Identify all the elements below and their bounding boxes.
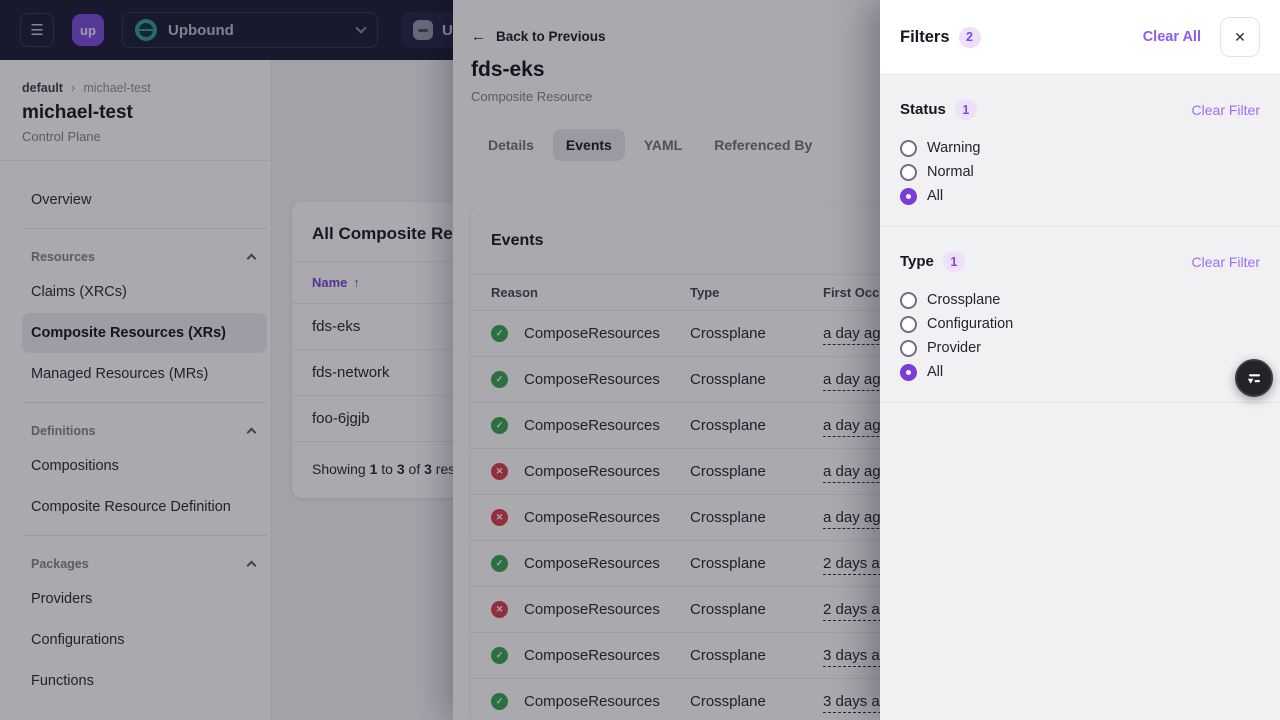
radio-label: Configuration <box>927 316 1013 332</box>
clear-filter-button[interactable]: Clear Filter <box>1192 254 1260 270</box>
radio-option-warning[interactable]: Warning <box>900 136 1260 160</box>
filter-group-status: Status 1 Clear Filter Warning Normal All <box>880 75 1280 227</box>
app-window: ☰ up Upbound U default › michael-test mi… <box>0 0 1280 720</box>
clear-all-button[interactable]: Clear All <box>1143 29 1201 45</box>
radio-label: All <box>927 188 943 204</box>
filter-group-title: Status <box>900 101 946 118</box>
radio-unchecked-icon <box>900 164 917 181</box>
filters-title: Filters <box>900 28 950 47</box>
radio-label: Warning <box>927 140 980 156</box>
radio-option-normal[interactable]: Normal <box>900 160 1260 184</box>
filters-drawer: Filters 2 Clear All ✕ Status 1 Clear Fil… <box>880 0 1280 720</box>
radio-label: All <box>927 364 943 380</box>
radio-option-crossplane[interactable]: Crossplane <box>900 288 1260 312</box>
radio-label: Provider <box>927 340 981 356</box>
filters-count-badge: 2 <box>959 27 981 48</box>
filter-list-icon <box>1244 368 1264 388</box>
radio-label: Crossplane <box>927 292 1000 308</box>
radio-checked-icon <box>900 364 917 381</box>
radio-unchecked-icon <box>900 316 917 333</box>
radio-unchecked-icon <box>900 340 917 357</box>
radio-unchecked-icon <box>900 140 917 157</box>
filter-group-header: Status 1 Clear Filter <box>900 99 1260 120</box>
filter-group-title: Type <box>900 253 934 270</box>
radio-checked-icon <box>900 188 917 205</box>
radio-option-configuration[interactable]: Configuration <box>900 312 1260 336</box>
radio-group-type: Crossplane Configuration Provider All <box>900 288 1260 384</box>
clear-filter-button[interactable]: Clear Filter <box>1192 102 1260 118</box>
radio-option-all[interactable]: All <box>900 360 1260 384</box>
radio-group-status: Warning Normal All <box>900 136 1260 208</box>
radio-option-provider[interactable]: Provider <box>900 336 1260 360</box>
close-button[interactable]: ✕ <box>1220 17 1260 57</box>
radio-unchecked-icon <box>900 292 917 309</box>
radio-label: Normal <box>927 164 974 180</box>
filter-count-badge: 1 <box>943 251 965 272</box>
filter-group-type: Type 1 Clear Filter Crossplane Configurat… <box>880 227 1280 403</box>
close-icon: ✕ <box>1234 29 1246 46</box>
radio-option-all[interactable]: All <box>900 184 1260 208</box>
filter-group-header: Type 1 Clear Filter <box>900 251 1260 272</box>
filter-count-badge: 1 <box>955 99 977 120</box>
filter-fab[interactable] <box>1235 359 1273 397</box>
filters-header: Filters 2 Clear All ✕ <box>880 0 1280 75</box>
